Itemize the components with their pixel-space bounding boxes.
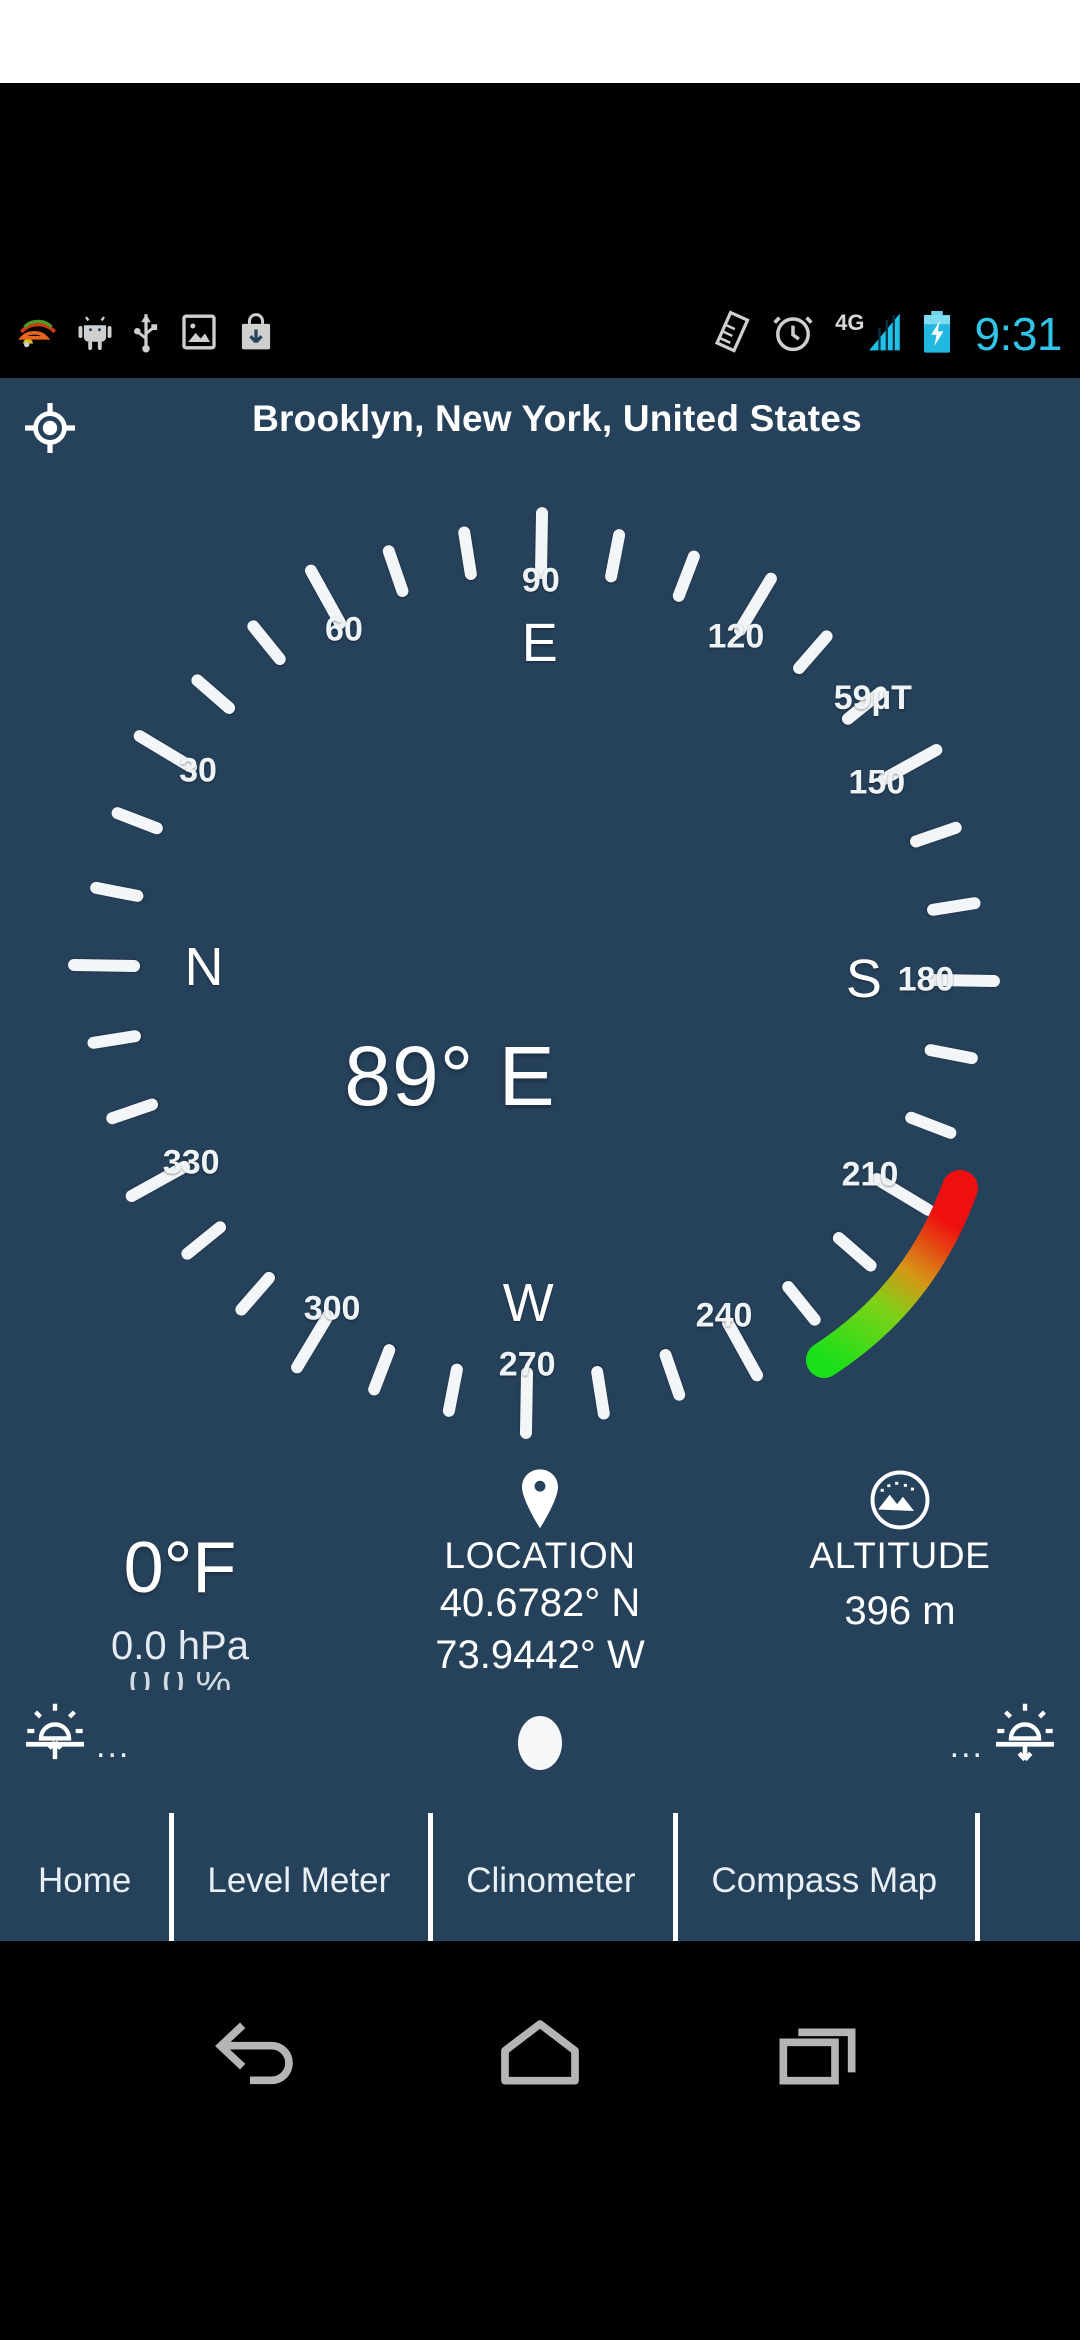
sunset-icon [994,1700,1056,1767]
screenshot-icon [714,310,754,359]
phone-screenshot: 4G 9:31 [0,0,1080,2340]
page-title: Brooklyn, New York, United States [0,398,1080,440]
android-bot-icon [77,312,113,357]
tab-divider [673,1813,678,1941]
compass-cardinal-label: S [846,948,882,1010]
status-bar-clock: 9:31 [974,307,1062,361]
map-pin-icon [360,1453,720,1531]
sun-row: ... ... [0,1678,1080,1788]
latitude-value: 40.6782° N [360,1577,720,1629]
rss-wifi-icon [18,312,58,357]
compass-tick [245,618,288,668]
alarm-clock-icon [771,310,815,359]
readout-altitude[interactable]: ALTITUDE 396 m [720,1453,1080,1683]
sunset-time: ... [950,1729,984,1763]
compass-tick-label: 120 [708,617,765,656]
compass-tick-label: 300 [304,1290,361,1329]
sunrise-time: ... [96,1729,130,1763]
altitude-label: ALTITUDE [720,1535,1080,1577]
compass-tick-label: 330 [163,1144,220,1183]
readout-location[interactable]: LOCATION 40.6782° N 73.9442° W [360,1453,720,1683]
sunrise-icon [24,1700,86,1767]
home-icon[interactable] [480,1999,600,2109]
compass-tick [233,1269,277,1318]
compass-tick [89,881,144,903]
readout-weather[interactable]: 0°F 0.0 hPa 0.0 % [0,1453,360,1683]
battery-charging-icon [921,310,953,359]
android-nav-bar [0,1941,1080,2340]
compass-tick-label: 270 [499,1345,556,1384]
compass-tick-label: 180 [898,960,955,999]
compass-tick-label: 240 [696,1296,753,1335]
tab-divider [169,1813,174,1941]
status-bar-right-icons: 4G 9:31 [714,307,1062,361]
compass-tick [830,1230,879,1274]
compass-tick [442,1363,464,1418]
top-letterbox [0,83,1080,290]
compass-tick-label: 60 [325,611,363,650]
readouts-row: 0°F 0.0 hPa 0.0 % LOCATION 40.6782° N 73… [0,1453,1080,1683]
tab-label: Home [38,1861,131,1901]
compass-tick [590,1365,610,1420]
compass-tick [110,805,165,836]
tab-label: Compass Map [711,1861,937,1901]
status-bar: 4G 9:31 [0,290,1080,378]
tab-overflow-divider[interactable] [975,1821,985,1941]
compass-cardinal-label: E [522,612,558,674]
bottom-tab-bar[interactable]: Home Level Meter Clinometer Compass Map [0,1821,1080,1941]
top-white-band [0,0,1080,83]
compass-tick [604,528,626,583]
compass-tick-label: 210 [842,1155,899,1194]
compass-tick [68,959,140,972]
app-header: Brooklyn, New York, United States [0,378,1080,473]
temperature-value: 0°F [0,1531,360,1607]
compass-dial[interactable]: 30 60 90 120 150 180 210 240 270 300 330 N E S W 59µT 8… [0,473,1080,1473]
compass-cardinal-label: W [503,1272,554,1334]
tab-level-meter[interactable]: Level Meter [169,1821,428,1941]
compass-tick-label: 30 [179,752,217,791]
network-type-label: 4G [835,310,864,336]
sunrise-group[interactable]: ... [24,1700,130,1767]
compass-tick [671,549,702,604]
tab-divider [975,1813,980,1941]
pressure-value: 0.0 hPa [0,1621,360,1672]
location-label: LOCATION [360,1535,720,1577]
tab-divider [428,1813,433,1941]
compass-tick [908,820,963,849]
compass-cardinal-label: N [185,936,224,998]
back-icon[interactable] [200,1999,320,2109]
compass-tick [926,896,981,916]
tab-label: Level Meter [207,1861,390,1901]
tab-home[interactable]: Home [0,1821,169,1941]
compass-app: Brooklyn, New York, United States 30 60 90… [0,378,1080,1941]
compass-tick [791,628,835,677]
compass-tick [366,1342,397,1397]
tab-label: Clinometer [466,1861,635,1901]
compass-tick [658,1347,687,1402]
compass-tick [189,672,238,716]
sunset-group[interactable]: ... [950,1700,1056,1767]
compass-tick [780,1279,823,1329]
compass-tick [179,1219,229,1262]
moon-phase-icon[interactable] [518,1716,562,1770]
download-bag-icon [238,312,274,357]
compass-tick-label: 90 [522,562,560,601]
recents-icon[interactable] [760,1999,880,2109]
heading-readout: 89° E [0,1028,1080,1125]
compass-tick [457,526,477,581]
compass-tick-label: 150 [848,763,905,802]
usb-icon [132,311,160,358]
tab-compass-map[interactable]: Compass Map [673,1821,975,1941]
compass-tick [381,544,410,599]
altitude-value: 396 m [720,1585,1080,1637]
image-icon [179,312,219,357]
magnetic-field-value: 59µT [834,679,912,718]
signal-bars-icon [864,311,904,358]
tab-clinometer[interactable]: Clinometer [428,1821,673,1941]
mountain-circle-icon [720,1453,1080,1531]
longitude-value: 73.9442° W [360,1629,720,1681]
status-bar-left-icons [18,311,274,358]
